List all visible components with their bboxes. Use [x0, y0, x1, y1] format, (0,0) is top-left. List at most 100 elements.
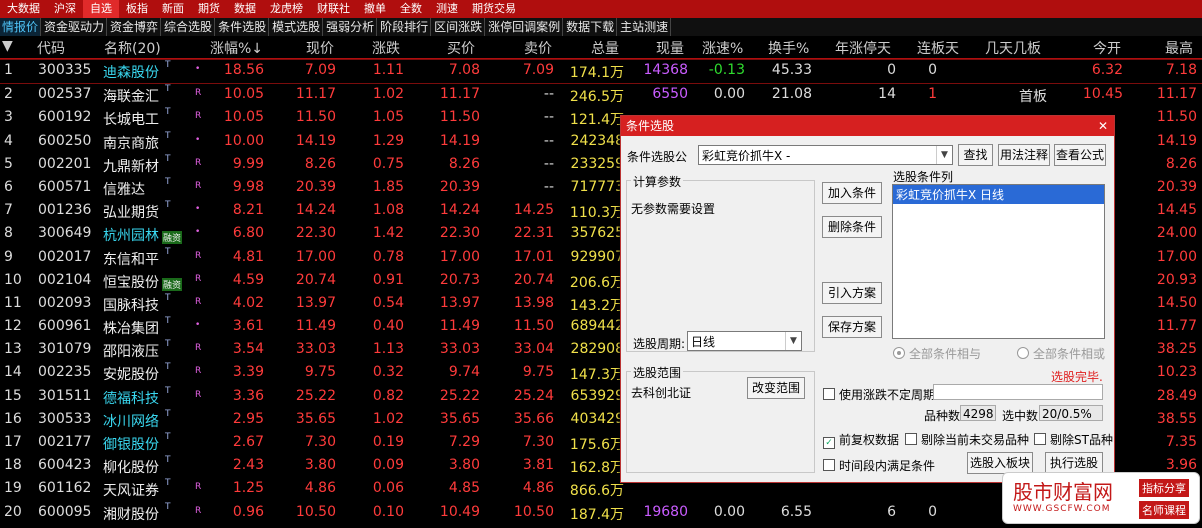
ask-price: --: [543, 109, 554, 126]
tab-item[interactable]: 主站测速: [618, 18, 672, 36]
radio-all-and[interactable]: 全部条件相与: [893, 345, 981, 362]
last-price: 20.39: [295, 178, 336, 195]
last-price: 9.75: [304, 364, 336, 381]
function-tab-bar: 情报价 资金驱动力 资金博弈 综合选股 条件选股 模式选股 强弱分析 阶段排行 区间涨跌 涨停回调…: [0, 18, 1202, 36]
row-index: 11: [4, 294, 22, 311]
header-name[interactable]: 名称(20): [104, 38, 161, 58]
table-row[interactable]: 2 002537 海联金汇 T R 10.05 11.17 1.02 11.17 -- 246.5万…: [0, 84, 1202, 107]
exclude-st-checkbox[interactable]: 剔除ST品种: [1034, 431, 1113, 448]
superscript-mark: T: [165, 246, 171, 257]
formula-select[interactable]: 彩虹竞价抓牛X - ▼: [698, 145, 953, 165]
top-menu-item[interactable]: 板指: [119, 0, 155, 18]
run-selection-button[interactable]: 执行选股: [1045, 452, 1103, 474]
adjusted-data-checkbox[interactable]: ✓ 前复权数据: [823, 431, 899, 449]
to-block-button[interactable]: 选股入板块: [967, 452, 1033, 474]
find-button[interactable]: 查找: [958, 144, 993, 166]
formula-value: 彩虹竞价抓牛X -: [702, 149, 791, 163]
condition-list-item[interactable]: 彩虹竞价抓牛X 日线: [893, 185, 1104, 204]
header-consecutive-days[interactable]: 连板天: [917, 38, 959, 58]
uncertain-period-checkbox[interactable]: 使用涨跌不定周期: [823, 386, 935, 403]
header-volume[interactable]: 总量: [591, 38, 619, 58]
usage-notes-button[interactable]: 用法注释: [998, 144, 1050, 166]
tab-item[interactable]: 模式选股: [270, 18, 324, 36]
chevron-down-icon[interactable]: ▼: [785, 332, 801, 350]
radio-all-or[interactable]: 全部条件相或: [1017, 345, 1105, 362]
header-turnover[interactable]: 换手%: [768, 38, 809, 58]
chevron-down-icon[interactable]: ▼: [936, 146, 952, 164]
table-header: ▼ 代码 名称(20) 涨幅%↓ 现价 涨跌 买价 卖价 总量 现量 涨速% 换…: [0, 36, 1202, 59]
header-code[interactable]: 代码: [37, 38, 65, 58]
change-pct: 10.05: [223, 109, 264, 126]
header-current-volume[interactable]: 现量: [656, 38, 684, 58]
tab-item[interactable]: 综合选股: [162, 18, 216, 36]
top-menu-item[interactable]: 财联社: [310, 0, 357, 18]
top-menu-item[interactable]: 沪深: [47, 0, 83, 18]
high-price: 28.49: [1156, 387, 1197, 404]
header-open[interactable]: 今开: [1093, 38, 1121, 58]
header-year-limit-days[interactable]: 年涨停天: [835, 38, 891, 58]
row-index: 12: [4, 318, 22, 335]
top-menu-item[interactable]: 大数据: [0, 0, 47, 18]
tab-item[interactable]: 数据下载: [564, 18, 618, 36]
top-menu-item[interactable]: 数据: [227, 0, 263, 18]
delete-condition-button[interactable]: 删除条件: [822, 216, 882, 238]
stock-code: 001236: [38, 202, 92, 219]
close-icon[interactable]: ✕: [1096, 116, 1110, 136]
import-plan-button[interactable]: 引入方案: [822, 282, 882, 304]
checkbox-icon[interactable]: [905, 433, 917, 445]
condition-list[interactable]: 彩虹竞价抓牛X 日线: [892, 184, 1105, 339]
tab-item[interactable]: 条件选股: [216, 18, 270, 36]
ask-price: 3.81: [522, 457, 554, 474]
top-menu-item[interactable]: 自选: [83, 0, 119, 18]
header-chg[interactable]: 涨跌: [372, 38, 400, 58]
change-scope-button[interactable]: 改变范围: [747, 377, 805, 399]
exclude-untraded-checkbox[interactable]: 剔除当前未交易品种: [905, 431, 1029, 448]
header-bid[interactable]: 买价: [447, 38, 475, 58]
superscript-mark: T: [165, 200, 171, 211]
timespan-label: 时间段内满足条件: [839, 459, 936, 473]
checkbox-icon[interactable]: [823, 388, 835, 400]
tab-item[interactable]: 区间涨跌: [432, 18, 486, 36]
top-menu-item[interactable]: 新面: [155, 0, 191, 18]
tab-item[interactable]: 涨停回调案例: [486, 18, 564, 36]
table-row[interactable]: 1 300335 迪森股份 T • 18.56 7.09 1.11 7.08 7.09 174.1万…: [0, 59, 1202, 85]
margin-tag: 融资: [162, 231, 183, 245]
header-high[interactable]: 最高: [1165, 38, 1193, 58]
last-price: 3.80: [304, 457, 336, 474]
uncertain-period-field[interactable]: [933, 384, 1103, 400]
checkbox-checked-icon[interactable]: ✓: [823, 437, 835, 449]
tab-item[interactable]: 情报价: [0, 18, 42, 36]
checkbox-icon[interactable]: [823, 459, 835, 471]
header-sort-indicator[interactable]: ▼: [2, 38, 13, 54]
row-index: 3: [4, 109, 13, 126]
tab-item[interactable]: 资金驱动力: [42, 18, 108, 36]
change-amount: 1.42: [372, 225, 404, 242]
radio-or-icon[interactable]: [1017, 347, 1029, 359]
top-menu-item[interactable]: 全数: [393, 0, 429, 18]
radio-and-icon[interactable]: [893, 347, 905, 359]
header-speed[interactable]: 涨速%: [702, 38, 743, 58]
tab-item[interactable]: 资金博弈: [108, 18, 162, 36]
top-menu-item[interactable]: 龙虎榜: [263, 0, 310, 18]
save-plan-button[interactable]: 保存方案: [822, 316, 882, 338]
bid-price: 9.74: [448, 364, 480, 381]
header-ask[interactable]: 卖价: [524, 38, 552, 58]
top-menu-item[interactable]: 期货: [191, 0, 227, 18]
top-menu-item[interactable]: 撤单: [357, 0, 393, 18]
top-menu-item[interactable]: 测速: [429, 0, 465, 18]
header-pct[interactable]: 涨幅%↓: [210, 38, 263, 58]
add-condition-button[interactable]: 加入条件: [822, 182, 882, 204]
timespan-checkbox[interactable]: 时间段内满足条件: [823, 457, 935, 474]
total-volume: 121.4万: [569, 112, 624, 129]
header-price[interactable]: 现价: [306, 38, 334, 58]
tab-item[interactable]: 强弱分析: [324, 18, 378, 36]
period-select[interactable]: 日线 ▼: [687, 331, 802, 351]
top-menu-item[interactable]: 期货交易: [465, 0, 523, 18]
change-pct: 8.21: [232, 202, 264, 219]
view-formula-button[interactable]: 查看公式: [1054, 144, 1106, 166]
change-pct: 3.39: [232, 364, 264, 381]
year-limit-days: 6: [887, 503, 896, 520]
tab-item[interactable]: 阶段排行: [378, 18, 432, 36]
header-days-boards[interactable]: 几天几板: [985, 38, 1041, 58]
checkbox-icon[interactable]: [1034, 433, 1046, 445]
